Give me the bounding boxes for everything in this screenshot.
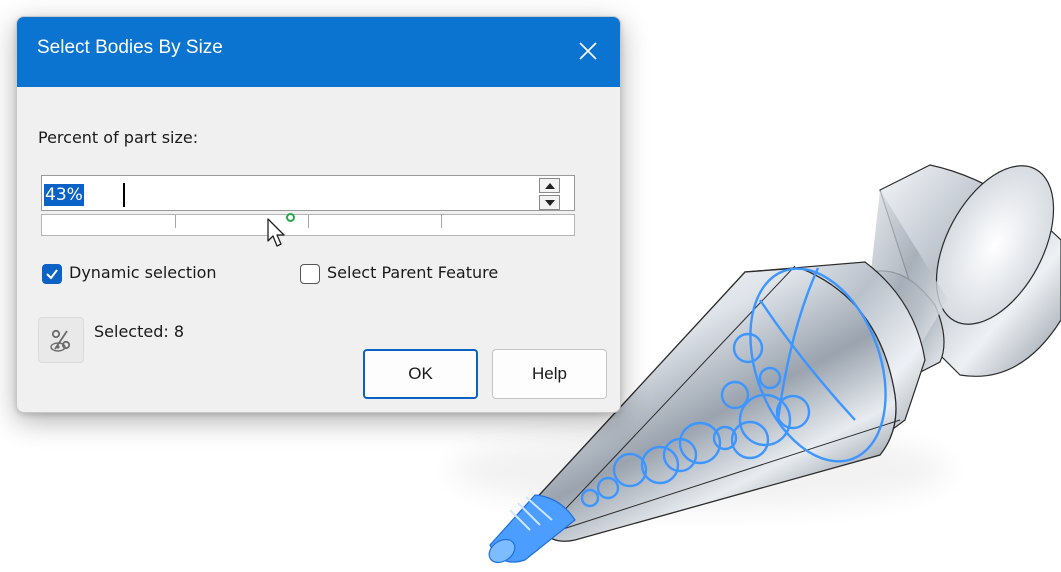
selected-count-text: Selected: 8	[94, 322, 185, 341]
percent-eye-button[interactable]	[38, 317, 84, 363]
dynamic-selection-checkbox[interactable]	[42, 264, 62, 284]
slider-tick	[308, 215, 309, 228]
checkmark-icon	[46, 269, 58, 280]
select-bodies-by-size-dialog: Select Bodies By Size Percent of part si…	[16, 16, 621, 413]
spin-up-button[interactable]	[539, 178, 560, 193]
spin-down-icon	[544, 199, 555, 206]
close-button[interactable]	[566, 29, 610, 73]
text-caret	[123, 183, 125, 207]
percent-of-part-size-label: Percent of part size:	[38, 128, 199, 147]
spin-up-icon	[544, 182, 555, 189]
dialog-titlebar[interactable]: Select Bodies By Size	[17, 17, 620, 87]
percent-eye-icon	[50, 329, 71, 352]
percent-input[interactable]: 43%	[41, 175, 575, 211]
select-parent-feature-checkbox[interactable]	[300, 264, 320, 284]
mouse-cursor-icon	[267, 218, 285, 247]
dynamic-selection-label[interactable]: Dynamic selection	[69, 263, 217, 282]
percent-input-value: 43%	[44, 184, 84, 206]
slider-tick	[441, 215, 442, 228]
select-parent-feature-label[interactable]: Select Parent Feature	[327, 263, 498, 282]
close-icon	[579, 42, 597, 60]
spin-down-button[interactable]	[539, 195, 560, 210]
slider-tick	[175, 215, 176, 228]
dialog-title: Select Bodies By Size	[37, 37, 223, 58]
help-button[interactable]: Help	[492, 349, 607, 399]
percent-slider[interactable]	[41, 213, 575, 236]
ok-button[interactable]: OK	[363, 349, 478, 399]
